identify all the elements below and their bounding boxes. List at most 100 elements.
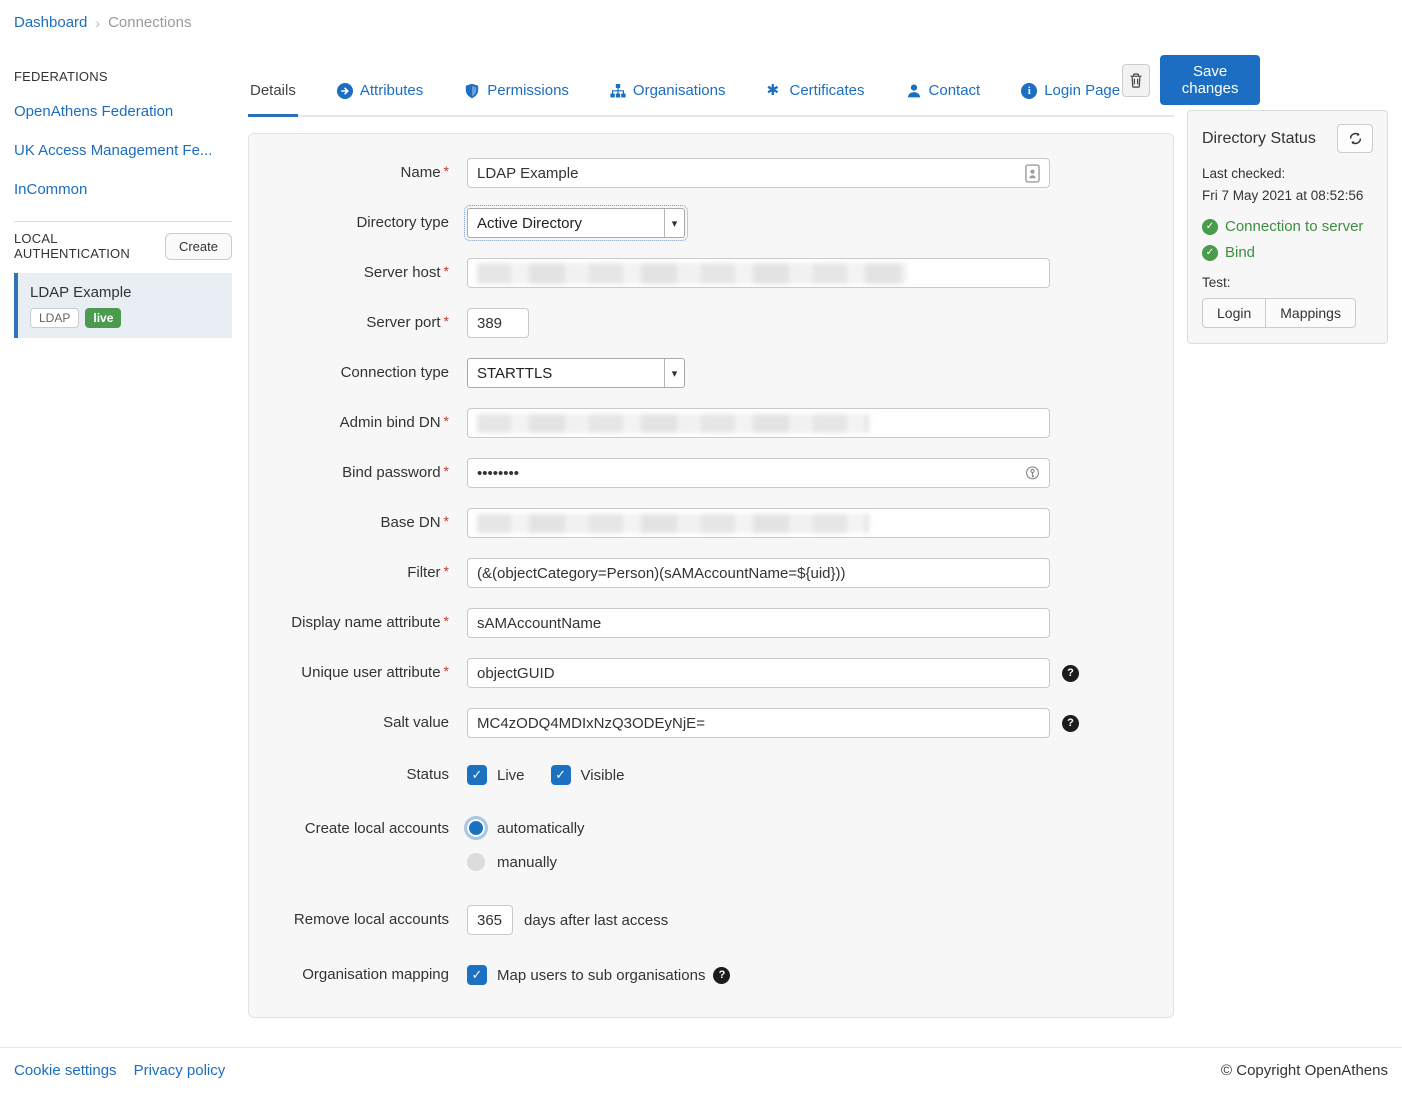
admin-bind-dn-input[interactable] xyxy=(467,408,1050,438)
arrow-circle-right-icon xyxy=(337,83,353,99)
connection-type-label: Connection type xyxy=(273,364,449,383)
create-local-accounts-field-row: Create local accounts automatically manu… xyxy=(249,819,1173,871)
create-button[interactable]: Create xyxy=(165,233,232,260)
shield-icon xyxy=(464,83,480,99)
map-users-checkbox[interactable] xyxy=(467,965,487,985)
directory-status-panel: Directory Status Last checked: Fri 7 May… xyxy=(1187,110,1388,344)
server-port-label: Server port xyxy=(273,313,449,333)
automatically-radio-label: automatically xyxy=(497,820,585,837)
manually-radio-label: manually xyxy=(497,854,557,871)
sidebar-divider xyxy=(14,221,232,222)
tab-attributes[interactable]: Attributes xyxy=(335,72,425,117)
connection-type-select[interactable]: STARTTLS xyxy=(467,358,685,388)
name-field-row: Name xyxy=(249,158,1173,188)
tab-organisations[interactable]: Organisations xyxy=(608,72,728,117)
tab-login-page[interactable]: Login Page xyxy=(1019,72,1122,117)
admin-bind-dn-field-row: Admin bind DN xyxy=(249,408,1173,438)
base-dn-field-row: Base DN xyxy=(249,508,1173,538)
federations-heading: FEDERATIONS xyxy=(14,69,232,84)
automatically-radio[interactable] xyxy=(467,819,485,837)
map-users-checkbox-label: Map users to sub organisations xyxy=(497,967,705,984)
directory-type-select[interactable]: Active Directory xyxy=(467,208,685,238)
server-port-input[interactable] xyxy=(467,308,529,338)
details-form-panel: Name Directory type Active Directory xyxy=(248,133,1174,1018)
live-checkbox-label: Live xyxy=(497,767,525,784)
name-input[interactable] xyxy=(467,158,1050,188)
base-dn-label: Base DN xyxy=(273,513,449,533)
last-checked-value: Fri 7 May 2021 at 08:52:56 xyxy=(1202,188,1373,203)
server-host-input[interactable] xyxy=(467,258,1050,288)
sidebar: FEDERATIONS OpenAthens Federation UK Acc… xyxy=(14,55,232,338)
admin-bind-dn-label: Admin bind DN xyxy=(273,413,449,433)
sidebar-item-incommon[interactable]: InCommon xyxy=(14,170,232,209)
salt-value-input[interactable] xyxy=(467,708,1050,738)
filter-label: Filter xyxy=(273,563,449,583)
directory-type-label: Directory type xyxy=(273,214,449,233)
delete-button[interactable] xyxy=(1122,64,1150,97)
create-local-accounts-label: Create local accounts xyxy=(273,819,449,839)
sidebar-item-openathens-federation[interactable]: OpenAthens Federation xyxy=(14,92,232,131)
organisation-mapping-label: Organisation mapping xyxy=(273,966,449,985)
key-icon xyxy=(1022,463,1042,483)
tab-permissions[interactable]: Permissions xyxy=(462,72,571,117)
bind-password-field-row: Bind password xyxy=(249,458,1173,488)
help-icon[interactable] xyxy=(1062,715,1079,732)
sidebar-item-ldap-example[interactable]: LDAP Example LDAP live xyxy=(14,273,232,338)
select-arrow-icon xyxy=(664,359,684,387)
tab-details[interactable]: Details xyxy=(248,72,298,117)
bind-password-input[interactable] xyxy=(467,458,1050,488)
days-after-last-access-text: days after last access xyxy=(524,912,668,929)
redacted-value xyxy=(477,263,907,284)
bind-password-label: Bind password xyxy=(273,463,449,483)
certificate-icon xyxy=(766,83,782,99)
cookie-settings-link[interactable]: Cookie settings xyxy=(14,1062,117,1079)
salt-value-field-row: Salt value xyxy=(249,708,1173,738)
tab-contact[interactable]: Contact xyxy=(904,72,983,117)
salt-value-label: Salt value xyxy=(273,714,449,733)
save-changes-button[interactable]: Save changes xyxy=(1160,55,1259,105)
visible-checkbox[interactable] xyxy=(551,765,571,785)
filter-field-row: Filter xyxy=(249,558,1173,588)
privacy-policy-link[interactable]: Privacy policy xyxy=(134,1062,226,1079)
display-name-attribute-input[interactable] xyxy=(467,608,1050,638)
bind-status: Bind xyxy=(1202,244,1373,261)
last-checked-label: Last checked: xyxy=(1202,166,1373,181)
breadcrumb-current: Connections xyxy=(108,14,191,31)
connection-type-field-row: Connection type STARTTLS xyxy=(249,358,1173,388)
name-label: Name xyxy=(273,163,449,183)
breadcrumb-dashboard-link[interactable]: Dashboard xyxy=(14,14,87,31)
filter-input[interactable] xyxy=(467,558,1050,588)
server-port-field-row: Server port xyxy=(249,308,1173,338)
trash-icon xyxy=(1128,72,1144,89)
help-icon[interactable] xyxy=(1062,665,1079,682)
test-mappings-button[interactable]: Mappings xyxy=(1265,298,1356,328)
tab-certificates[interactable]: Certificates xyxy=(764,72,866,117)
unique-user-attribute-field-row: Unique user attribute xyxy=(249,658,1173,688)
info-circle-icon xyxy=(1021,83,1037,99)
help-icon[interactable] xyxy=(713,967,730,984)
organisation-mapping-field-row: Organisation mapping Map users to sub or… xyxy=(249,965,1173,985)
remove-local-accounts-field-row: Remove local accounts days after last ac… xyxy=(249,905,1173,935)
remove-local-accounts-days-input[interactable] xyxy=(467,905,513,935)
chevron-right-icon: › xyxy=(95,15,100,31)
page: Dashboard › Connections FEDERATIONS Open… xyxy=(0,0,1402,1018)
manually-radio[interactable] xyxy=(467,853,485,871)
status-label: Status xyxy=(273,766,449,785)
base-dn-input[interactable] xyxy=(467,508,1050,538)
test-button-group: Login Mappings xyxy=(1202,298,1356,328)
redacted-value xyxy=(477,414,869,433)
directory-status-title: Directory Status xyxy=(1202,130,1316,148)
sidebar-item-uk-access-management[interactable]: UK Access Management Fe... xyxy=(14,131,232,170)
select-arrow-icon xyxy=(664,209,684,237)
copyright-text: © Copyright OpenAthens xyxy=(1221,1062,1388,1079)
connection-name: LDAP Example xyxy=(30,284,220,301)
unique-user-attribute-input[interactable] xyxy=(467,658,1050,688)
test-login-button[interactable]: Login xyxy=(1202,298,1266,328)
redacted-value xyxy=(477,514,869,533)
visible-checkbox-label: Visible xyxy=(581,767,625,784)
remove-local-accounts-label: Remove local accounts xyxy=(273,911,449,930)
refresh-button[interactable] xyxy=(1337,124,1373,153)
check-circle-icon xyxy=(1202,245,1218,261)
live-checkbox[interactable] xyxy=(467,765,487,785)
main-content: Details Attributes Permissions xyxy=(248,55,1174,1018)
